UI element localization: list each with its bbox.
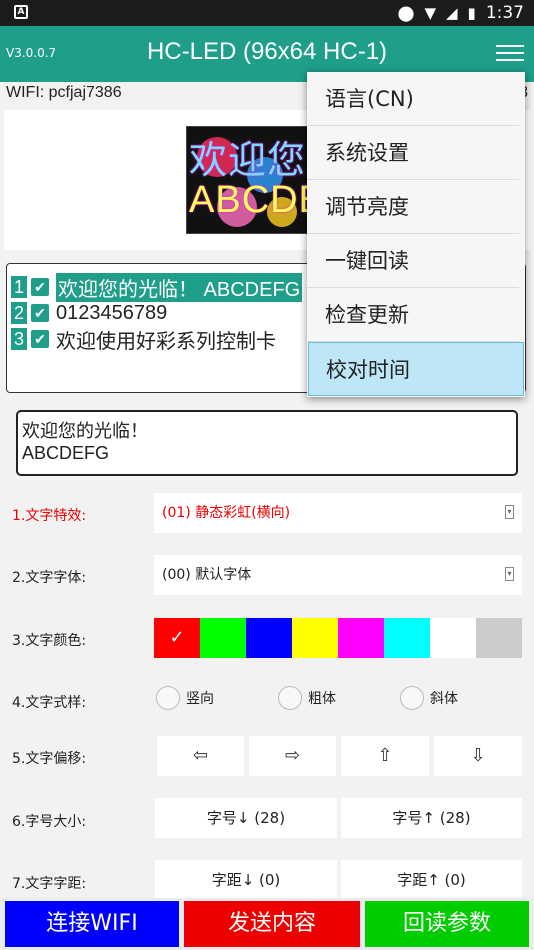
radio-label: 竖向 [186,691,214,707]
item-number: 2 [11,302,27,324]
size-label: 6.字号大小: [12,814,87,830]
checkbox-icon[interactable]: ✔ [31,304,49,322]
font-size-down-button[interactable]: 字号↓ (28) [155,798,337,838]
wifi-icon: ▼ [424,4,436,22]
menu-item-brightness[interactable]: 调节亮度 [307,180,519,234]
effect-label: 1.文字特效: [12,508,87,524]
list-item[interactable]: 3 ✔ 欢迎使用好彩系列控制卡 [11,326,276,353]
led-preview: 欢迎您 ABCDE [186,126,308,234]
color-palette: ✓ [154,618,522,658]
color-swatch-magenta[interactable] [338,618,384,658]
preview-line-2: ABCDE [189,179,307,221]
list-item[interactable]: 1 ✔ 欢迎您的光临！ ABCDEFG [11,272,303,302]
color-swatch-green[interactable] [200,618,246,658]
color-swatch-cyan[interactable] [384,618,430,658]
hamburger-icon[interactable] [496,40,524,66]
font-value: (00) 默认字体 [162,567,252,583]
overflow-menu: 语言(CN) 系统设置 调节亮度 一键回读 检查更新 校对时间 [307,72,525,397]
status-bar: A ⬤ ▼ ◢ ▮ 1:37 [0,0,534,26]
color-swatch-blue[interactable] [246,618,292,658]
menu-item-readback[interactable]: 一键回读 [307,234,519,288]
text-line-1: 欢迎您的光临！ [22,421,148,441]
app-title: HC-LED (96x64 HC-1) [146,38,388,65]
radio-vertical[interactable]: 竖向 [156,686,214,710]
item-number: 1 [11,276,27,298]
effect-dropdown[interactable]: (01) 静态彩虹(横向) ▾ [154,493,522,533]
send-content-button[interactable]: 发送内容 [184,901,360,947]
item-text: 欢迎使用好彩系列控制卡 [56,330,276,353]
item-text: 0123456789 [56,301,168,324]
spacing-up-button[interactable]: 字距↑ (0) [341,860,522,900]
offset-down-button[interactable]: ⇩ [434,736,522,776]
signal-icon: ◢ [446,4,458,22]
radio-label: 粗体 [308,691,336,707]
radio-label: 斜体 [430,691,458,707]
checkbox-icon[interactable]: ✔ [31,278,49,296]
color-label: 3.文字颜色: [12,633,87,649]
color-swatch-red[interactable]: ✓ [154,618,200,658]
spacing-down-button[interactable]: 字距↓ (0) [155,860,337,900]
color-swatch-yellow[interactable] [292,618,338,658]
radio-bold[interactable]: 粗体 [278,686,336,710]
style-label: 4.文字式样: [12,695,87,711]
notification-icon: A [14,5,28,19]
offset-label: 5.文字偏移: [12,751,87,767]
font-label: 2.文字字体: [12,570,87,586]
menu-item-system-settings[interactable]: 系统设置 [307,126,519,180]
radio-icon[interactable] [278,686,302,710]
offset-right-button[interactable]: ⇨ [249,736,336,776]
text-line-2: ABCDEFG [22,443,110,463]
radio-icon[interactable] [400,686,424,710]
color-swatch-white[interactable] [430,618,476,658]
effect-value: (01) 静态彩虹(横向) [162,505,291,521]
dropdown-arrow-icon: ▾ [505,567,514,581]
connect-wifi-button[interactable]: 连接WIFI [5,901,179,947]
clock: 1:37 [485,3,524,23]
item-text: 欢迎您的光临！ ABCDEFG [56,272,303,302]
menu-item-sync-time[interactable]: 校对时间 [308,342,524,396]
battery-icon: ▮ [467,4,476,22]
wifi-status: WIFI: pcfjaj7386 [6,84,122,101]
check-icon: ✓ [169,627,185,648]
status-icons: ⬤ ▼ ◢ ▮ 1:37 [398,3,524,23]
spacing-label: 7.文字字距: [12,876,87,892]
location-icon: ⬤ [397,4,415,22]
text-editor[interactable]: 欢迎您的光临！ ABCDEFG [16,410,518,476]
font-size-up-button[interactable]: 字号↑ (28) [341,798,522,838]
radio-italic[interactable]: 斜体 [400,686,458,710]
item-number: 3 [11,328,27,350]
menu-item-language[interactable]: 语言(CN) [307,72,519,126]
radio-icon[interactable] [156,686,180,710]
preview-line-1: 欢迎您 [189,140,307,182]
color-swatch-gray[interactable] [476,618,522,658]
menu-item-check-update[interactable]: 检查更新 [307,288,519,342]
offset-up-button[interactable]: ⇧ [341,736,429,776]
font-dropdown[interactable]: (00) 默认字体 ▾ [154,555,522,595]
checkbox-icon[interactable]: ✔ [31,330,49,348]
offset-left-button[interactable]: ⇦ [157,736,244,776]
read-params-button[interactable]: 回读参数 [365,901,529,947]
list-item[interactable]: 2 ✔ 0123456789 [11,300,167,326]
dropdown-arrow-icon: ▾ [505,505,514,519]
